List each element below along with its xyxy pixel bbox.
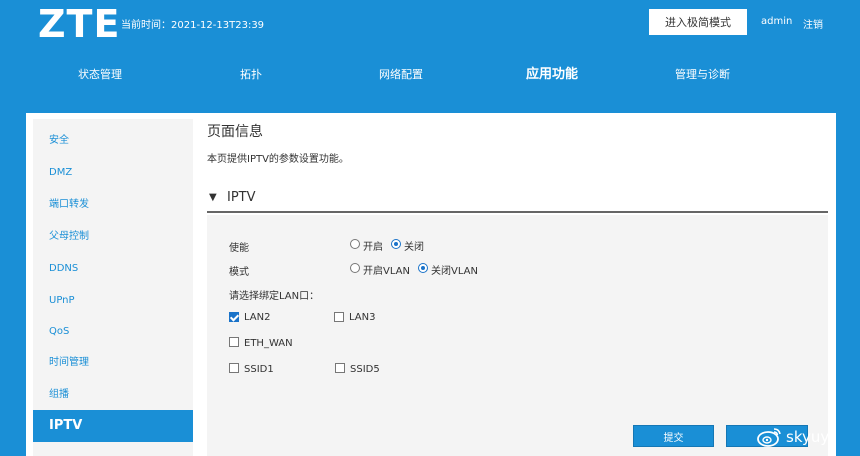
enable-off-radio[interactable] bbox=[391, 239, 401, 249]
eth-wan-checkbox[interactable] bbox=[229, 337, 239, 347]
main-nav: 状态管理 拓扑 网络配置 应用功能 管理与诊断 bbox=[0, 60, 860, 90]
ssid5-checkbox[interactable] bbox=[335, 363, 345, 373]
logout-link[interactable]: 注销 bbox=[803, 16, 823, 31]
ssid1-checkbox[interactable] bbox=[229, 363, 239, 373]
nav-management[interactable]: 管理与诊断 bbox=[675, 60, 730, 90]
enable-on-radio[interactable] bbox=[350, 239, 360, 249]
sidebar-item-iptv[interactable]: IPTV bbox=[33, 410, 193, 442]
enable-label: 使能 bbox=[229, 243, 249, 254]
nav-applications[interactable]: 应用功能 bbox=[526, 60, 578, 90]
lan3-checkbox[interactable] bbox=[334, 312, 344, 322]
page-description: 本页提供IPTV的参数设置功能。 bbox=[207, 154, 349, 165]
watermark-text: skyuy bbox=[786, 428, 830, 446]
sidebar-item-qos[interactable]: QoS bbox=[33, 316, 193, 348]
zte-logo: ZTE bbox=[38, 2, 121, 46]
sidebar-item-port-forwarding[interactable]: 端口转发 bbox=[33, 189, 193, 221]
sidebar-item-multicast[interactable]: 组播 bbox=[33, 379, 193, 411]
vlan-off-label: 关闭VLAN bbox=[431, 266, 478, 277]
eth-wan-label: ETH_WAN bbox=[244, 338, 293, 349]
lan2-label: LAN2 bbox=[244, 312, 271, 323]
submit-button[interactable]: 提交 bbox=[633, 425, 714, 447]
sidebar-item-parental-control[interactable]: 父母控制 bbox=[33, 221, 193, 253]
sidebar-item-security[interactable]: 安全 bbox=[33, 125, 193, 157]
sidebar-item-ddns[interactable]: DDNS bbox=[33, 253, 193, 285]
sidebar-item-dmz[interactable]: DMZ bbox=[33, 157, 193, 189]
ssid1-label: SSID1 bbox=[244, 364, 274, 375]
weibo-icon bbox=[757, 428, 781, 447]
content-panel: 安全 DMZ 端口转发 父母控制 DDNS UPnP QoS 时间管理 组播 I… bbox=[26, 113, 836, 456]
nav-topology[interactable]: 拓扑 bbox=[240, 60, 262, 90]
lan2-checkbox[interactable] bbox=[229, 312, 239, 322]
vlan-on-radio[interactable] bbox=[350, 263, 360, 273]
lan3-label: LAN3 bbox=[349, 312, 376, 323]
enable-off-label: 关闭 bbox=[404, 242, 424, 253]
iptv-section-body: 使能 开启 关闭 模式 开启VLAN 关闭VLAN 请选择绑定LAN口： LAN… bbox=[207, 215, 828, 456]
sidebar: 安全 DMZ 端口转发 父母控制 DDNS UPnP QoS 时间管理 组播 I… bbox=[33, 119, 193, 456]
nav-status[interactable]: 状态管理 bbox=[78, 60, 122, 90]
vlan-on-label: 开启VLAN bbox=[363, 266, 410, 277]
mode-label: 模式 bbox=[229, 267, 249, 278]
section-title: IPTV bbox=[227, 190, 256, 205]
page-title: 页面信息 bbox=[207, 124, 263, 140]
username: admin bbox=[761, 16, 793, 27]
sidebar-item-time-management[interactable]: 时间管理 bbox=[33, 347, 193, 379]
simple-mode-button[interactable]: 进入极简模式 bbox=[649, 9, 747, 35]
enable-on-label: 开启 bbox=[363, 242, 383, 253]
current-time: 当前时间：2021-12-13T23:39 bbox=[121, 20, 265, 31]
weibo-watermark: skyuy bbox=[756, 426, 829, 448]
triangle-down-icon: ▼ bbox=[209, 192, 217, 203]
ssid5-label: SSID5 bbox=[350, 364, 380, 375]
sidebar-item-upnp[interactable]: UPnP bbox=[33, 285, 193, 317]
lan-binding-prompt: 请选择绑定LAN口： bbox=[229, 291, 320, 302]
iptv-section-header[interactable]: ▼ IPTV bbox=[207, 189, 828, 213]
nav-network-config[interactable]: 网络配置 bbox=[379, 60, 423, 90]
vlan-off-radio[interactable] bbox=[418, 263, 428, 273]
